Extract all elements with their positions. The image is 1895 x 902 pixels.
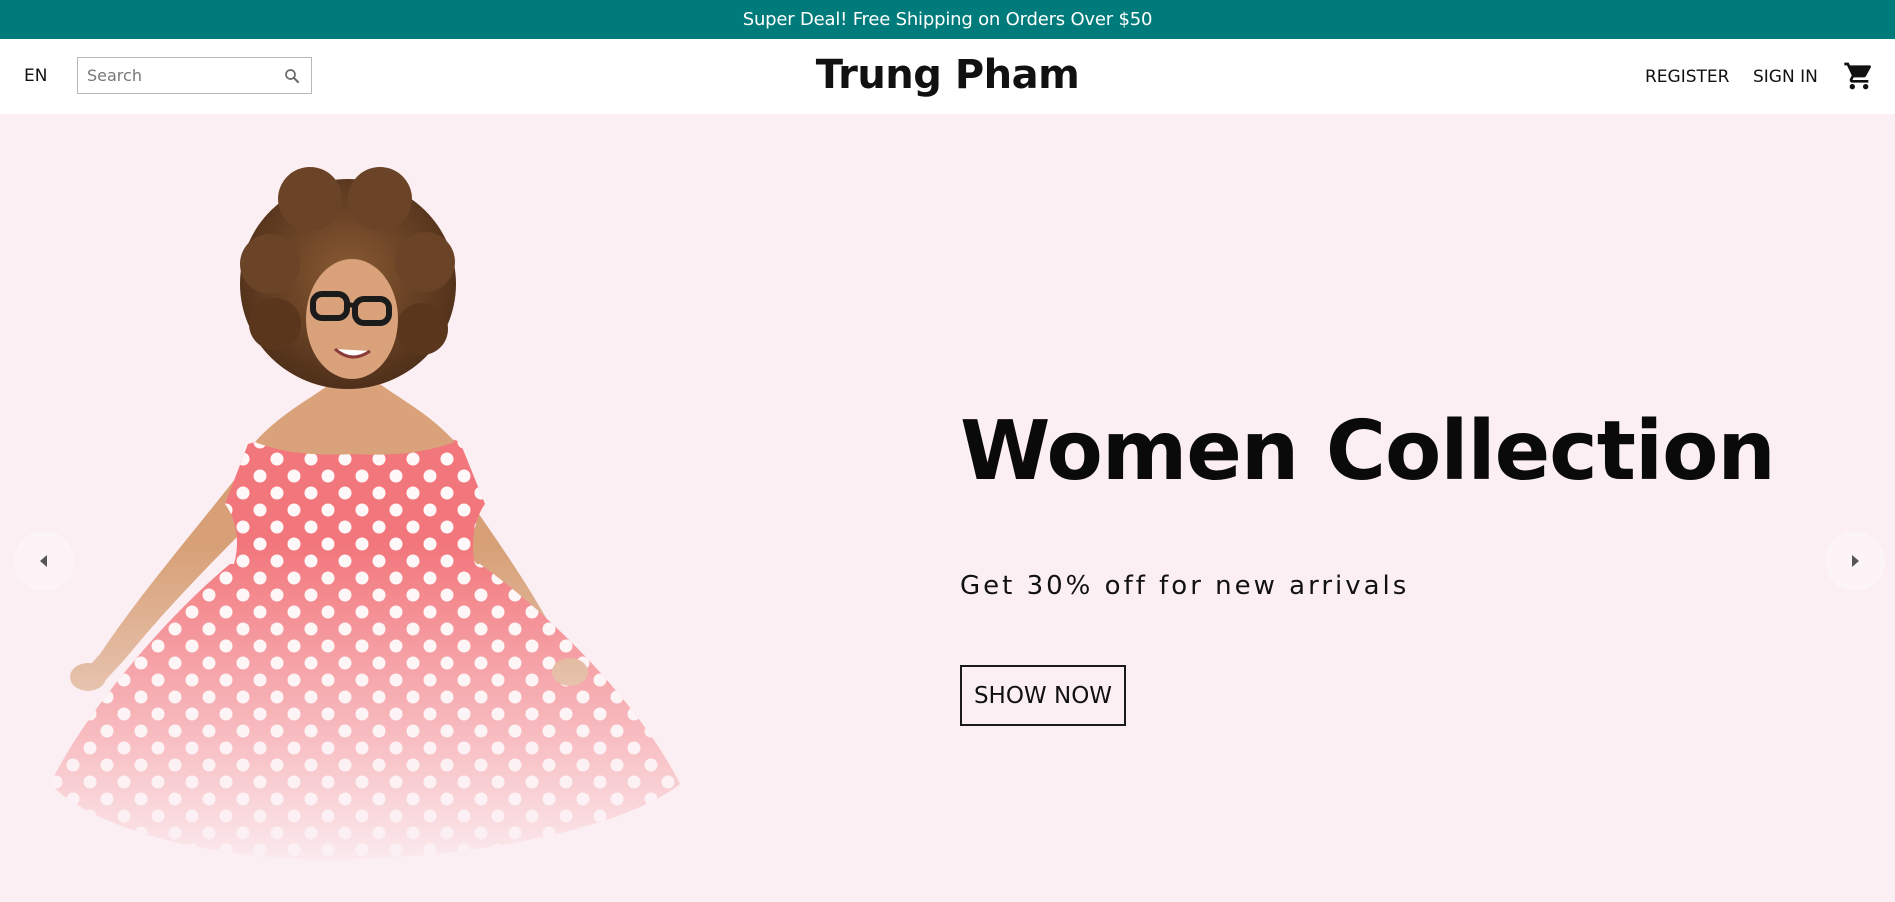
hero-title: Women Collection [960,404,1776,499]
hero-slider: Women Collection Get 30% off for new arr… [0,114,1895,902]
announcement-text: Super Deal! Free Shipping on Orders Over… [742,9,1153,30]
sign-in-link[interactable]: SIGN IN [1753,67,1818,87]
search-input[interactable] [78,58,268,93]
announcement-bar: Super Deal! Free Shipping on Orders Over… [0,0,1895,39]
arrow-left-icon [40,555,47,567]
search-box [77,57,312,94]
arrow-right-icon [1852,555,1859,567]
slider-next-button[interactable] [1825,531,1885,591]
hero-model-image [30,144,690,874]
hero-subtitle: Get 30% off for new arrivals [960,571,1410,601]
slider-prev-button[interactable] [14,531,74,591]
shopping-cart-icon[interactable] [1843,60,1875,92]
navbar: EN Trung Pham REGISTER SIGN IN [0,39,1895,114]
brand-logo[interactable]: Trung Pham [816,52,1080,98]
language-selector[interactable]: EN [24,66,47,86]
register-link[interactable]: REGISTER [1645,67,1729,87]
search-icon[interactable] [283,67,301,85]
show-now-button[interactable]: SHOW NOW [960,665,1126,726]
